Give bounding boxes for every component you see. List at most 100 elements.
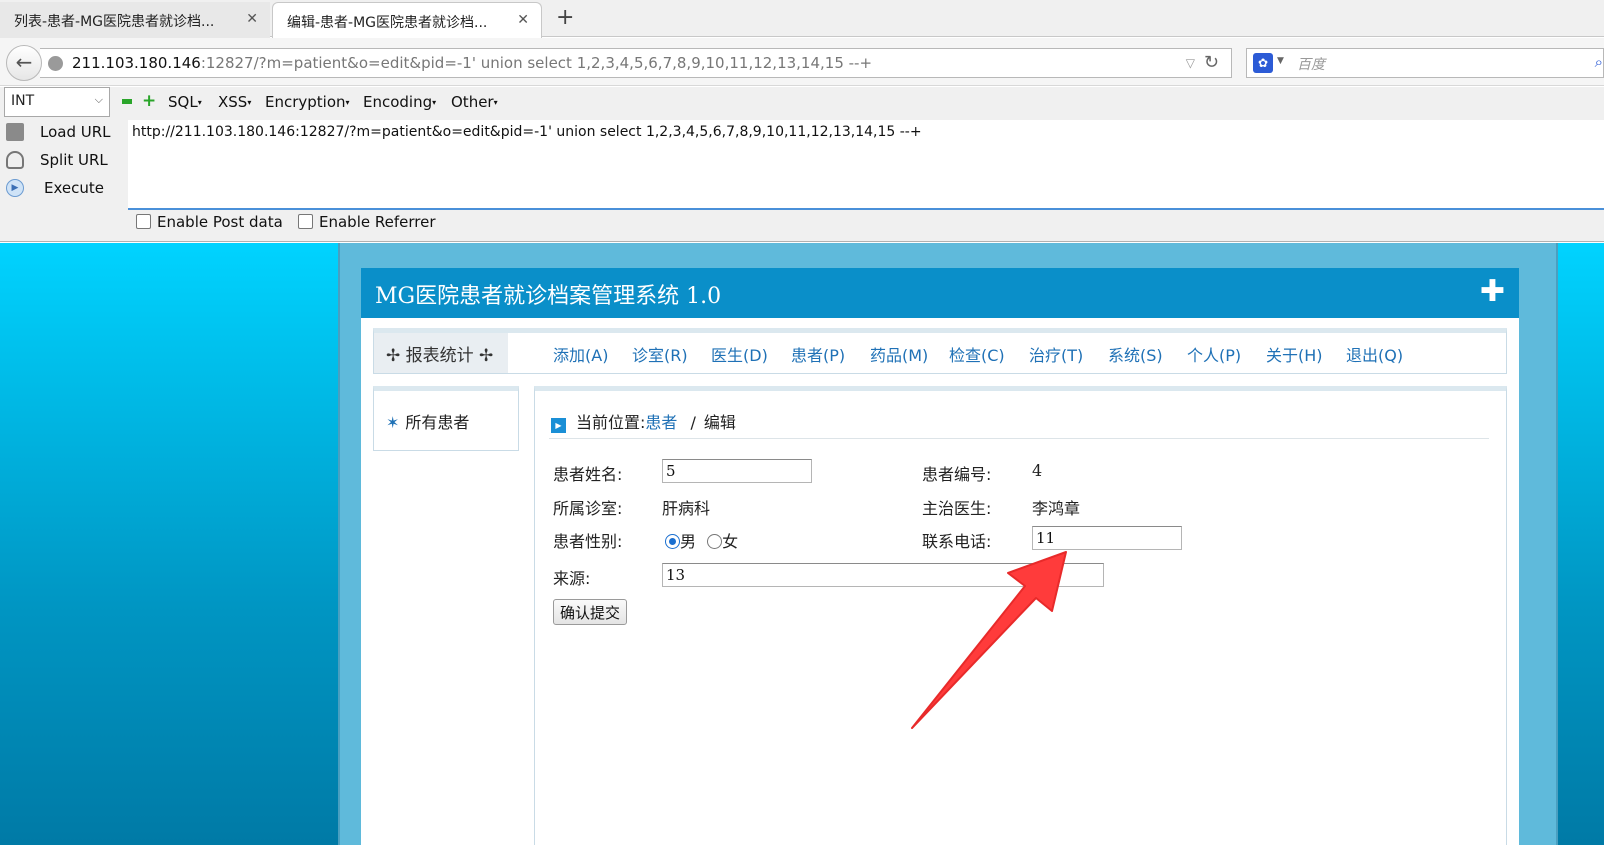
decrease-icon[interactable]	[122, 99, 132, 104]
tab-title: 编辑-患者-MG医院患者就诊档...	[287, 15, 488, 31]
globe-icon	[48, 56, 63, 71]
url-path: :12827/?m=patient&o=edit&pid=-1' union s…	[200, 54, 873, 72]
menu-encoding[interactable]: Encoding▾	[363, 93, 436, 111]
menu-sql[interactable]: SQL▾	[168, 93, 202, 111]
reload-icon[interactable]: ↻	[1204, 52, 1219, 73]
enable-referrer-checkbox[interactable]: Enable Referrer	[298, 213, 435, 231]
url-host: 211.103.180.146	[72, 54, 201, 72]
menu-xss[interactable]: XSS▾	[218, 93, 251, 111]
menu-patient[interactable]: 患者(P)	[791, 342, 845, 366]
checkbox-box[interactable]	[136, 214, 151, 229]
source-label: 来源:	[553, 569, 591, 588]
breadcrumb-current: 编辑	[703, 413, 736, 432]
app-title: MG医院患者就诊档案管理系统 1.0	[375, 284, 722, 309]
load-url-label: Load URL	[40, 123, 111, 141]
load-url-icon	[6, 123, 24, 141]
sidebar-item-all-patients[interactable]: ✶ 所有患者	[386, 409, 469, 433]
plus-icon[interactable]: ✚	[1480, 276, 1505, 308]
gender-female-radio[interactable]	[707, 534, 723, 549]
breadcrumb-link-patient[interactable]: 患者	[645, 413, 677, 432]
menu-other-label: Other	[451, 93, 494, 111]
increase-icon[interactable]: +	[142, 91, 156, 111]
sidebar: ✶ 所有患者	[373, 386, 519, 451]
url-bar[interactable]: 211.103.180.146:12827/?m=patient&o=edit&…	[40, 48, 1232, 78]
patient-id-label: 患者编号:	[922, 465, 992, 484]
hackbar-panel: INT ⌵ + SQL▾ XSS▾ Encryption▾ Encoding▾ …	[0, 87, 1604, 242]
split-url-label: Split URL	[40, 151, 108, 169]
split-url-button[interactable]: Split URL	[4, 148, 126, 174]
patient-id-value: 4	[1032, 461, 1043, 480]
enable-post-data-checkbox[interactable]: Enable Post data	[136, 213, 283, 231]
menu-add[interactable]: 添加(A)	[553, 342, 608, 366]
star-icon: ✶	[386, 413, 400, 432]
menu-check[interactable]: 检查(C)	[949, 342, 1005, 366]
url-text[interactable]: 211.103.180.146:12827/?m=patient&o=edit&…	[72, 54, 872, 72]
menu-sql-label: SQL	[168, 93, 198, 111]
menu-other[interactable]: Other▾	[451, 93, 498, 111]
close-tab-icon[interactable]: ✕	[517, 12, 529, 28]
patient-name-label: 患者姓名:	[553, 465, 623, 484]
browser-tab-bar: 列表-患者-MG医院患者就诊档... ✕ 编辑-患者-MG医院患者就诊档... …	[0, 0, 1604, 38]
app-content: ✢ 报表统计 ✢ 添加(A) 诊室(R) 医生(D) 患者(P) 药品(M) 检…	[361, 318, 1519, 845]
tab-patient-edit[interactable]: 编辑-患者-MG医院患者就诊档... ✕	[272, 2, 542, 38]
gender-male-label: 男	[680, 532, 697, 551]
submit-button[interactable]: 确认提交	[553, 599, 628, 625]
menu-doctor[interactable]: 医生(D)	[711, 342, 768, 366]
search-input[interactable]: ✿ ▼ 百度 ⌕	[1246, 48, 1604, 78]
search-placeholder: 百度	[1297, 57, 1325, 73]
chevron-down-icon: ⌵	[94, 93, 103, 106]
execute-button[interactable]: ▶ Execute	[4, 176, 126, 202]
navigation-bar: 211.103.180.146:12827/?m=patient&o=edit&…	[0, 38, 1604, 86]
room-label: 所属诊室:	[553, 499, 623, 518]
search-go-icon[interactable]: ⌕	[1595, 53, 1603, 71]
dropdown-arrow-icon[interactable]: ▽	[1186, 56, 1195, 70]
menu-report-stats[interactable]: ✢ 报表统计 ✢	[374, 333, 508, 373]
gender-label: 患者性别:	[553, 532, 623, 551]
menu-treatment[interactable]: 治疗(T)	[1029, 342, 1083, 366]
doctor-label: 主治医生:	[922, 499, 992, 518]
enable-referrer-label: Enable Referrer	[319, 213, 436, 231]
play-icon: ▶	[6, 179, 24, 197]
new-tab-button[interactable]: +	[556, 6, 574, 30]
divider	[549, 438, 1489, 439]
search-engine-dropdown-icon[interactable]: ▼	[1277, 56, 1284, 66]
app-header: MG医院患者就诊档案管理系统 1.0 ✚	[361, 268, 1519, 318]
menu-encoding-label: Encoding	[363, 93, 433, 111]
menu-xss-label: XSS	[218, 93, 248, 111]
source-input[interactable]	[662, 563, 1104, 587]
hackbar-url-textarea[interactable]: http://211.103.180.146:12827/?m=patient&…	[128, 120, 1604, 210]
enable-post-data-label: Enable Post data	[157, 213, 283, 231]
execute-label: Execute	[44, 179, 104, 197]
main-menu: ✢ 报表统计 ✢ 添加(A) 诊室(R) 医生(D) 患者(P) 药品(M) 检…	[373, 328, 1507, 374]
checkbox-box[interactable]	[298, 214, 313, 229]
type-select-value: INT	[11, 93, 35, 109]
menu-encryption[interactable]: Encryption▾	[265, 93, 350, 111]
back-button[interactable]: ←	[6, 45, 42, 81]
gender-female-label: 女	[722, 532, 739, 551]
patient-name-input[interactable]	[662, 459, 812, 483]
type-select[interactable]: INT ⌵	[4, 87, 110, 117]
menu-room[interactable]: 诊室(R)	[632, 342, 688, 366]
hackbar-actions: Load URL Split URL ▶ Execute	[0, 120, 128, 206]
gender-radio-group: 男 女	[665, 528, 738, 552]
menu-medicine[interactable]: 药品(M)	[870, 342, 928, 366]
menu-personal[interactable]: 个人(P)	[1187, 342, 1241, 366]
doctor-value: 李鸿章	[1032, 499, 1081, 518]
tab-title: 列表-患者-MG医院患者就诊档...	[14, 14, 215, 30]
phone-input[interactable]	[1032, 526, 1182, 550]
load-url-button[interactable]: Load URL	[4, 120, 126, 146]
menu-logout[interactable]: 退出(Q)	[1346, 342, 1403, 366]
menu-encryption-label: Encryption	[265, 93, 346, 111]
baidu-paw-icon[interactable]: ✿	[1253, 53, 1273, 73]
phone-label: 联系电话:	[922, 532, 992, 551]
breadcrumb-prefix: 当前位置:	[576, 413, 646, 432]
breadcrumb-separator: /	[690, 413, 696, 432]
sidebar-item-label: 所有患者	[405, 413, 470, 432]
breadcrumb: ▶ 当前位置:患者 / 编辑	[551, 409, 736, 433]
menu-system[interactable]: 系统(S)	[1108, 342, 1163, 366]
play-icon: ▶	[551, 418, 566, 433]
close-tab-icon[interactable]: ✕	[246, 11, 258, 27]
gender-male-radio[interactable]	[665, 534, 680, 549]
tab-patient-list[interactable]: 列表-患者-MG医院患者就诊档... ✕	[0, 2, 270, 38]
menu-about[interactable]: 关于(H)	[1266, 342, 1323, 366]
